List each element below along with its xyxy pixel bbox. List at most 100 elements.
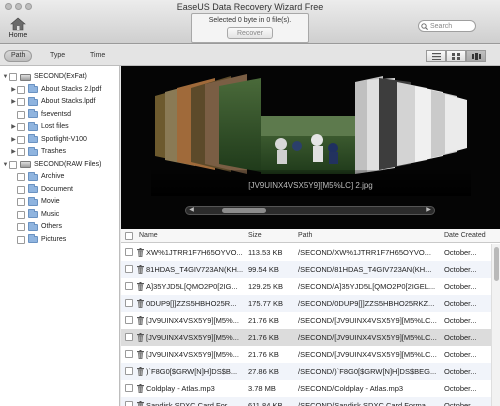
tree-item-checkbox[interactable]: [17, 135, 25, 144]
tree-item[interactable]: Pictures: [10, 234, 66, 246]
tree-item-checkbox[interactable]: [17, 123, 25, 131]
tree-item[interactable]: Archive: [10, 171, 64, 183]
tree-item[interactable]: ▼ SECOND(RAW Files): [2, 159, 101, 171]
disclosure-open-icon[interactable]: ▼: [2, 71, 9, 83]
tree-item-label: Document: [41, 185, 73, 193]
tree-item[interactable]: Others: [10, 221, 62, 233]
column-name[interactable]: Name: [139, 229, 158, 243]
home-button[interactable]: Home: [6, 17, 30, 39]
tree-item[interactable]: ▶ Lost files: [10, 121, 69, 133]
file-row-checkbox[interactable]: [125, 316, 133, 324]
disclosure-closed-icon[interactable]: ▶: [10, 146, 17, 158]
file-row[interactable]: Coldplay - Atlas.mp3 3.78 MB/SECOND/Coldp…: [121, 380, 491, 397]
tree-item[interactable]: ▶ About Stacks 2.lpdf: [10, 84, 101, 96]
file-name-cell: [JV9UINX4VSX5Y9][M5%...: [146, 333, 239, 342]
tab-time[interactable]: Time: [84, 50, 111, 62]
coverflow-scroll-thumb[interactable]: [222, 208, 266, 213]
column-date-created[interactable]: Date Created: [444, 229, 486, 243]
deleted-file-icon: [137, 299, 144, 308]
file-size-cell: 27.86 KB: [248, 367, 279, 376]
file-row[interactable]: [JV9UINX4VSX5Y9][M5%... 21.76 KB/SECOND/[…: [121, 329, 491, 346]
deleted-file-icon: [137, 248, 144, 257]
tree-item-label: Others: [41, 223, 63, 230]
file-row[interactable]: A]35YJD5L[QMO2P0[2IG... 129.25 KB/SECOND/…: [121, 278, 491, 295]
scroll-left-arrow-icon[interactable]: ◀: [187, 207, 196, 214]
folder-icon: [28, 221, 38, 231]
tree-item[interactable]: ▼ SECOND(ExFat): [2, 71, 87, 83]
file-row[interactable]: Sandisk SDXC Card For... 611.84 KB/SECOND…: [121, 397, 491, 406]
tree-item[interactable]: ▶ Trashes: [10, 146, 66, 158]
file-date-cell: October...: [444, 316, 477, 325]
scroll-right-arrow-icon[interactable]: ▶: [424, 207, 433, 214]
tree-item[interactable]: Movie: [10, 196, 60, 208]
tree-item-label: SECOND(RAW Files): [34, 160, 102, 168]
tree-item-checkbox[interactable]: [17, 210, 25, 219]
file-row-checkbox[interactable]: [125, 265, 133, 273]
file-size-cell: 129.25 KB: [248, 282, 284, 291]
file-row[interactable]: [JV9UINX4VSX5Y9][M5%... 21.76 KB/SECOND/[…: [121, 346, 491, 363]
tab-path[interactable]: Path: [4, 50, 33, 62]
file-row-checkbox[interactable]: [125, 401, 133, 406]
tree-item[interactable]: ▶ Spotlight-V100: [10, 134, 87, 146]
tree-item-label: fseventsd: [41, 110, 71, 118]
tree-item[interactable]: Music: [10, 209, 59, 221]
disclosure-closed-icon[interactable]: ▶: [10, 84, 17, 96]
coverflow-view-button[interactable]: [466, 50, 486, 62]
file-name-cell: 0DUP9[]]ZZS5HBHO25R...: [146, 299, 237, 308]
tree-item-checkbox[interactable]: [17, 185, 25, 194]
file-row-checkbox[interactable]: [125, 333, 133, 341]
column-path[interactable]: Path: [298, 229, 312, 243]
disclosure-closed-icon[interactable]: ▶: [10, 134, 17, 146]
file-list-header: Name Size Path Date Created: [121, 229, 500, 243]
tree-item-checkbox[interactable]: [17, 148, 25, 156]
tree-item-checkbox[interactable]: [17, 110, 25, 119]
tree-item-checkbox[interactable]: [17, 173, 25, 181]
recover-button[interactable]: Recover: [227, 27, 273, 39]
file-row-checkbox[interactable]: [125, 367, 133, 375]
list-view-button[interactable]: [426, 50, 446, 62]
file-row[interactable]: 81HDAS_T4GIV723AN(KH... 99.54 KB/SECOND/8…: [121, 261, 491, 278]
tree-item-checkbox[interactable]: [17, 223, 25, 231]
tree-item[interactable]: fseventsd: [10, 109, 71, 121]
grid-view-button[interactable]: [446, 50, 466, 62]
file-path-cell: /SECOND/Coldplay - Atlas.mp3: [298, 384, 404, 393]
tree-item-checkbox[interactable]: [9, 160, 17, 169]
disclosure-open-icon[interactable]: ▼: [2, 159, 9, 171]
file-size-cell: 113.53 KB: [248, 248, 283, 257]
tab-type[interactable]: Type: [44, 50, 71, 62]
drive-icon: [20, 161, 31, 168]
tree-item-label: Music: [41, 210, 60, 218]
disclosure-closed-icon[interactable]: ▶: [10, 121, 17, 133]
coverflow-images[interactable]: [121, 66, 500, 196]
file-row[interactable]: XW%1JTRR1F7H65OYVO... 113.53 KB/SECOND/XW…: [121, 244, 491, 261]
disclosure-closed-icon[interactable]: ▶: [10, 96, 17, 108]
file-row[interactable]: [JV9UINX4VSX5Y9][M5%... 21.76 KB/SECOND/[…: [121, 312, 491, 329]
coverflow-scrollbar[interactable]: ◀ ▶: [185, 206, 435, 215]
tree-item-checkbox[interactable]: [17, 235, 25, 244]
file-row-checkbox[interactable]: [125, 350, 133, 358]
tree-item-checkbox[interactable]: [9, 73, 17, 81]
tree-item-checkbox[interactable]: [17, 198, 25, 206]
tree-item[interactable]: ▶ About Stacks.lpdf: [10, 96, 95, 108]
file-name-cell: [JV9UINX4VSX5Y9][M5%...: [146, 316, 239, 325]
file-row-checkbox[interactable]: [125, 299, 133, 307]
tree-item-checkbox[interactable]: [17, 85, 25, 94]
tree-item-checkbox[interactable]: [17, 98, 25, 106]
file-row-checkbox[interactable]: [125, 384, 133, 392]
tree-item[interactable]: Document: [10, 184, 73, 196]
search-input[interactable]: Search: [418, 20, 476, 32]
file-row-checkbox[interactable]: [125, 282, 133, 290]
file-list-scroll-thumb[interactable]: [494, 247, 499, 281]
select-all-checkbox[interactable]: [125, 232, 133, 240]
file-name-cell: 81HDAS_T4GIV723AN(KH...: [146, 265, 244, 274]
search-icon: [421, 23, 428, 30]
file-date-cell: October...: [444, 333, 477, 342]
file-row[interactable]: 0DUP9[]]ZZS5HBHO25R... 175.77 KB/SECOND/0…: [121, 295, 491, 312]
file-list-scrollbar[interactable]: [491, 244, 500, 406]
file-name-cell: A]35YJD5L[QMO2P0[2IG...: [146, 282, 238, 291]
file-date-cell: October...: [444, 248, 477, 257]
file-row-checkbox[interactable]: [125, 248, 133, 256]
tree-item-label: Movie: [41, 198, 60, 205]
file-row[interactable]: )`F8G0[$GRW[N]H]DS$B... 27.86 KB/SECOND/)…: [121, 363, 491, 380]
column-size[interactable]: Size: [248, 229, 262, 243]
